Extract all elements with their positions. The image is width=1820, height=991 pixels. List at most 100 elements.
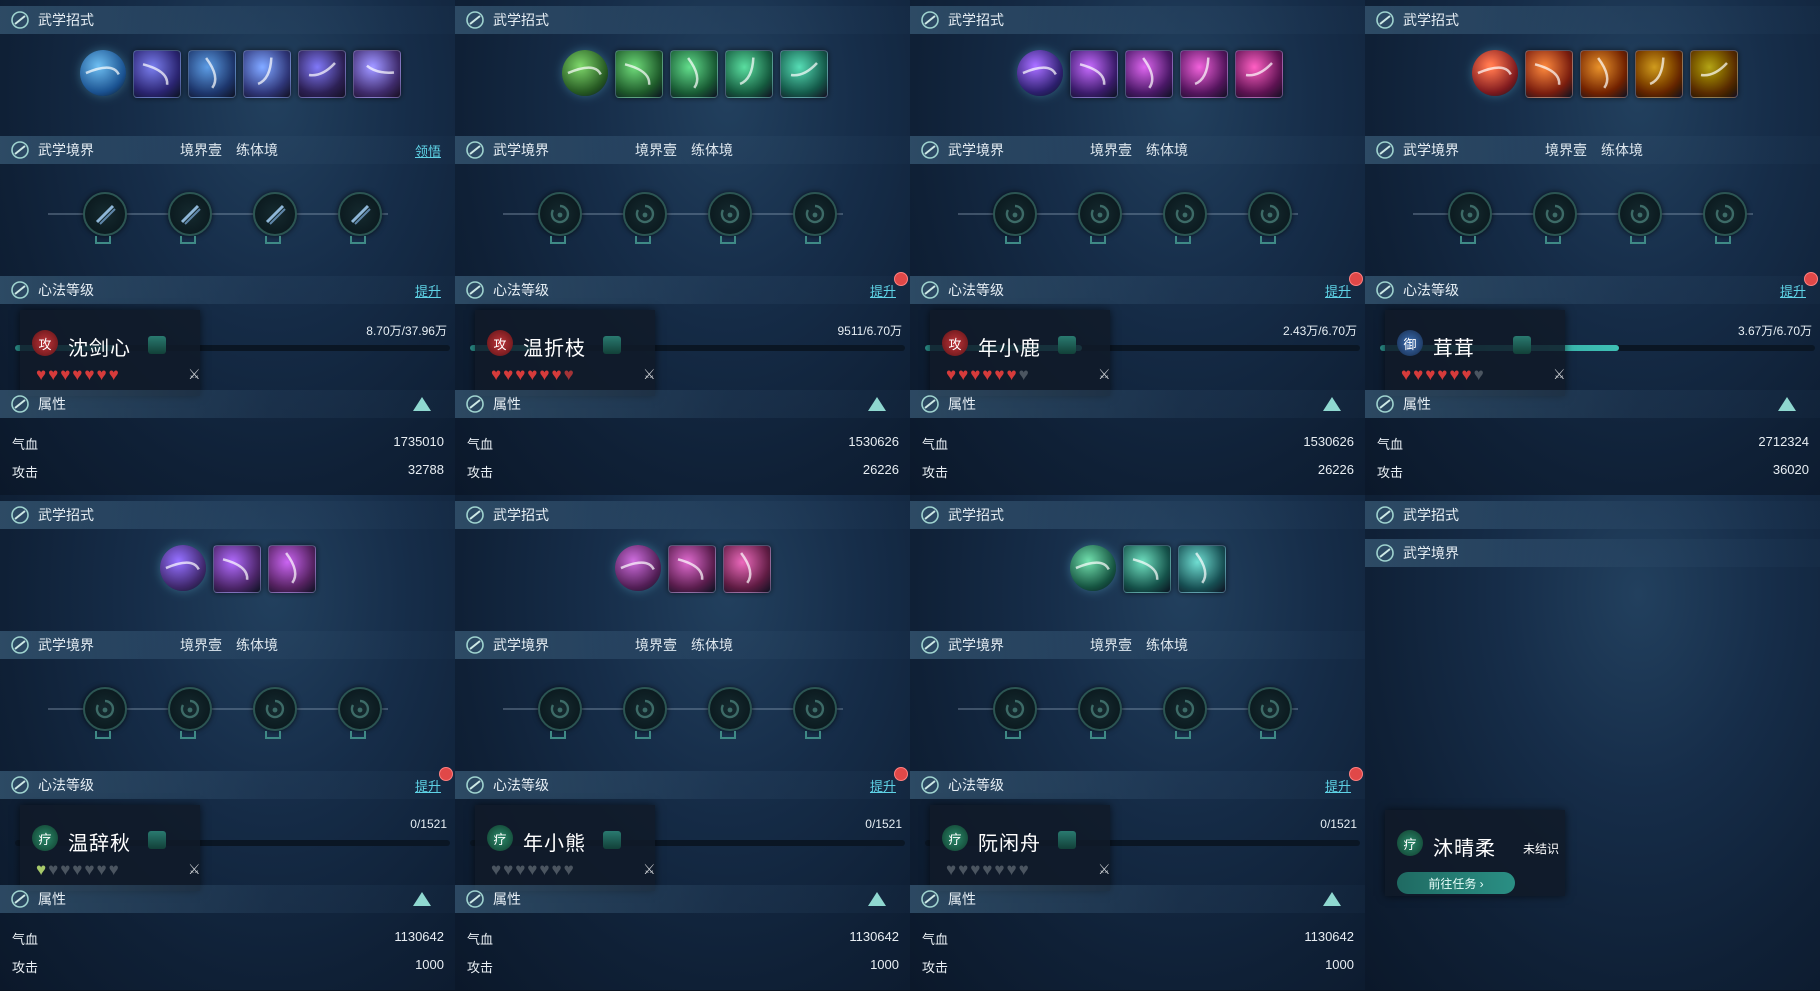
crimson-beast-icon[interactable]: [1180, 50, 1228, 98]
realm-node[interactable]: [708, 192, 752, 236]
jade-leaf-icon[interactable]: [1070, 545, 1116, 591]
collapse-icon[interactable]: [413, 397, 431, 411]
level-header-title: 心法等级: [38, 282, 94, 298]
teal-fairy-icon[interactable]: [1123, 545, 1171, 593]
pink-bird-icon[interactable]: [668, 545, 716, 593]
heart-icon: ♥: [36, 365, 47, 384]
attribute-header: 属性: [1365, 390, 1820, 418]
node-pin: [350, 236, 366, 244]
green-sparkle-icon[interactable]: [1178, 545, 1226, 593]
blue-spiral-orb-icon[interactable]: [80, 50, 126, 96]
collapse-icon[interactable]: [1323, 892, 1341, 906]
character-card[interactable]: 疗沐晴柔 未结识 前往任务 ›: [1385, 810, 1565, 896]
heart-icon: ♥: [563, 365, 574, 384]
crescent-moon-icon[interactable]: [1635, 50, 1683, 98]
realm-node[interactable]: [168, 687, 212, 731]
realm-node[interactable]: [253, 192, 297, 236]
realm-node[interactable]: [993, 687, 1037, 731]
character-panel: 武学招式 武学境界疗沐晴柔 未结识 前往任务 ›: [1365, 495, 1820, 991]
realm-node[interactable]: [1703, 192, 1747, 236]
collapse-icon[interactable]: [1778, 397, 1796, 411]
realm-node[interactable]: [338, 192, 382, 236]
character-card[interactable]: 攻年小鹿 ♥ ♥ ♥ ♥ ♥ ♥ ♥ ⚔: [930, 310, 1111, 396]
skills-header-title: 武学招式: [948, 507, 1004, 523]
realm-node[interactable]: [793, 687, 837, 731]
realm-node[interactable]: [993, 192, 1037, 236]
water-vortex-icon[interactable]: [188, 50, 236, 98]
collapse-icon[interactable]: [413, 892, 431, 906]
upgrade-link[interactable]: 提升: [870, 281, 896, 300]
upgrade-link[interactable]: 提升: [1325, 776, 1351, 795]
violet-flame-icon[interactable]: [615, 545, 661, 591]
upgrade-link[interactable]: 提升: [415, 281, 441, 300]
realm-node[interactable]: [1078, 192, 1122, 236]
heart-icon: ♥: [503, 365, 514, 384]
go-to-quest-button[interactable]: 前往任务 ›: [1397, 872, 1515, 894]
heart-icon: ♥: [1449, 365, 1460, 384]
realm-node[interactable]: [1163, 192, 1207, 236]
ice-dash-icon[interactable]: [353, 50, 401, 98]
upgrade-link[interactable]: 提升: [1325, 281, 1351, 300]
cyan-gear-icon[interactable]: [268, 545, 316, 593]
heart-icon: ♥: [958, 860, 969, 879]
realm-node[interactable]: [1533, 192, 1577, 236]
realm-node[interactable]: [623, 687, 667, 731]
character-card[interactable]: 攻沈剑心 ♥ ♥ ♥ ♥ ♥ ♥ ♥ ⚔: [20, 310, 201, 396]
green-claw-icon[interactable]: [670, 50, 718, 98]
realm-node[interactable]: [1248, 687, 1292, 731]
heart-icon: ♥: [60, 860, 71, 879]
jade-ring-icon[interactable]: [725, 50, 773, 98]
violet-strike-icon[interactable]: [1235, 50, 1283, 98]
blue-serpent-icon[interactable]: [1125, 50, 1173, 98]
upgrade-link[interactable]: 提升: [870, 776, 896, 795]
role-badge: 疗: [942, 825, 968, 851]
heart-icon: ♥: [958, 365, 969, 384]
fire-figure-icon[interactable]: [1472, 50, 1518, 96]
character-card[interactable]: 疗温辞秋 ♥ ♥ ♥ ♥ ♥ ♥ ♥ ⚔: [20, 805, 201, 891]
realm-node[interactable]: [1078, 687, 1122, 731]
collapse-icon[interactable]: [1323, 397, 1341, 411]
leaf-blade-icon[interactable]: [615, 50, 663, 98]
character-card[interactable]: 御茸茸 ♥ ♥ ♥ ♥ ♥ ♥ ♥ ⚔: [1385, 310, 1566, 396]
realm-node[interactable]: [168, 192, 212, 236]
realm-node[interactable]: [538, 192, 582, 236]
realm-node[interactable]: [1163, 687, 1207, 731]
golden-buddha-icon[interactable]: [1525, 50, 1573, 98]
leaf-icon: [465, 394, 485, 414]
purple-rune-orb-icon[interactable]: [1017, 50, 1063, 96]
character-card[interactable]: 疗年小熊 ♥ ♥ ♥ ♥ ♥ ♥ ♥ ⚔: [475, 805, 656, 891]
upgrade-link[interactable]: 提升: [415, 776, 441, 795]
ice-pillar-icon[interactable]: [298, 50, 346, 98]
fire-burst-icon[interactable]: [1580, 50, 1628, 98]
heart-icon: ♥: [84, 365, 95, 384]
leaf-icon: [465, 889, 485, 909]
wind-blade-icon[interactable]: [243, 50, 291, 98]
blue-shark-icon[interactable]: [723, 545, 771, 593]
collapse-icon[interactable]: [868, 397, 886, 411]
realm-node[interactable]: [623, 192, 667, 236]
realm-node[interactable]: [1448, 192, 1492, 236]
collapse-icon[interactable]: [868, 892, 886, 906]
realm-node[interactable]: [538, 687, 582, 731]
realm-header-title: 武学境界: [948, 637, 1004, 653]
character-card[interactable]: 攻温折枝 ♥ ♥ ♥ ♥ ♥ ♥ ♥ ⚔: [475, 310, 656, 396]
upgrade-link[interactable]: 提升: [1780, 281, 1806, 300]
comprehend-link[interactable]: 领悟: [415, 141, 441, 160]
yin-yang-icon[interactable]: [780, 50, 828, 98]
flame-swirl-icon[interactable]: [1690, 50, 1738, 98]
realm-node[interactable]: [338, 687, 382, 731]
purple-wisp-icon[interactable]: [160, 545, 206, 591]
green-spirit-icon[interactable]: [562, 50, 608, 96]
realm-node[interactable]: [1618, 192, 1662, 236]
lightning-slash-icon[interactable]: [133, 50, 181, 98]
realm-node[interactable]: [83, 687, 127, 731]
realm-node[interactable]: [253, 687, 297, 731]
realm-node[interactable]: [708, 687, 752, 731]
realm-node[interactable]: [1248, 192, 1292, 236]
green-starburst-icon[interactable]: [1070, 50, 1118, 98]
character-card[interactable]: 疗阮闲舟 ♥ ♥ ♥ ♥ ♥ ♥ ♥ ⚔: [930, 805, 1111, 891]
realm-node[interactable]: [793, 192, 837, 236]
golden-wings-icon[interactable]: [213, 545, 261, 593]
realm-node[interactable]: [83, 192, 127, 236]
realm-node-track: [48, 192, 388, 244]
